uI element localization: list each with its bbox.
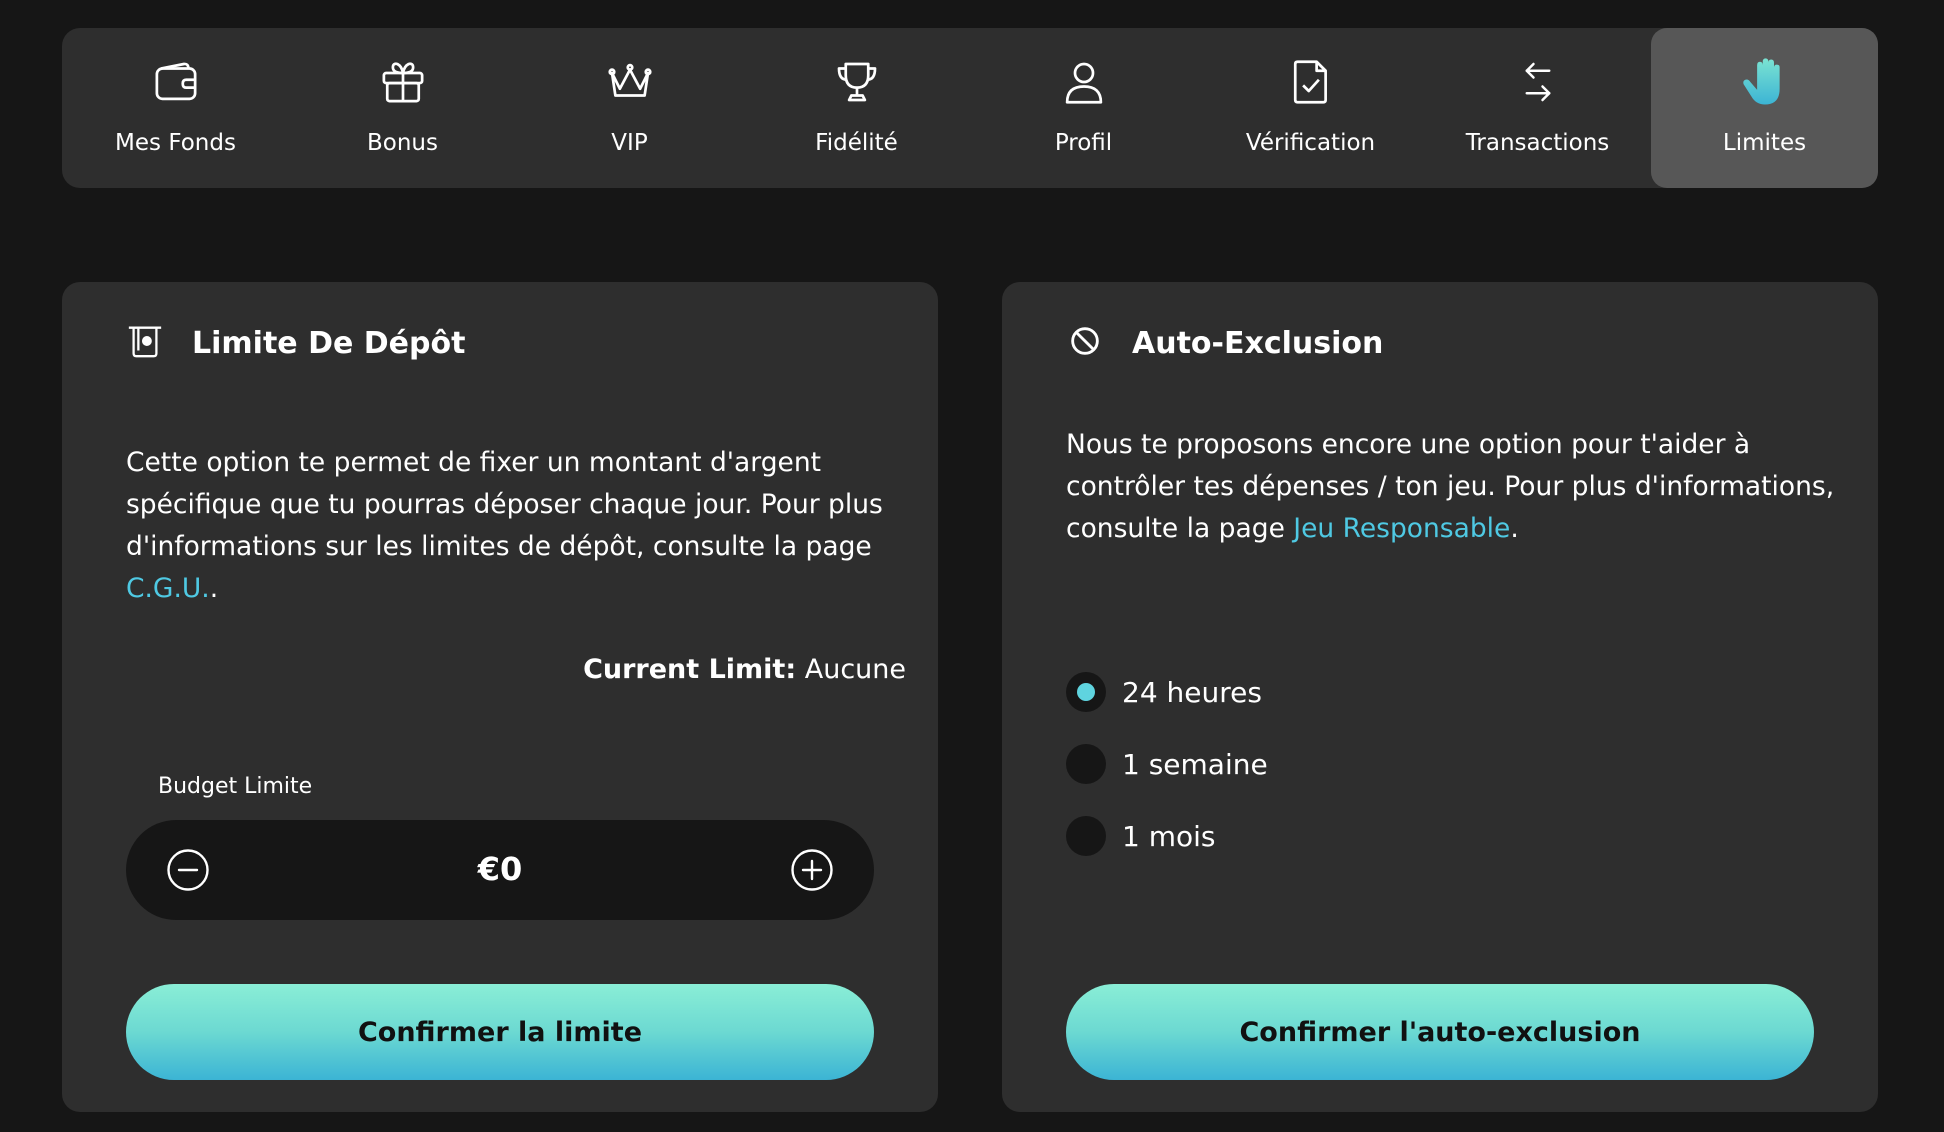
exclusion-description: Nous te proposons encore une option pour… bbox=[1066, 424, 1856, 550]
current-limit: Current Limit: Aucune bbox=[583, 654, 906, 685]
nav-label: Vérification bbox=[1245, 130, 1376, 156]
jeu-responsable-link[interactable]: Jeu Responsable bbox=[1293, 513, 1510, 544]
plus-circle-icon bbox=[791, 849, 833, 891]
nav-item-bonus[interactable]: Bonus bbox=[289, 28, 516, 188]
nav-label: VIP bbox=[611, 130, 648, 156]
nav-label: Fidélité bbox=[815, 130, 898, 156]
cgu-link[interactable]: C.G.U. bbox=[126, 573, 210, 604]
card-title: Auto-Exclusion bbox=[1132, 325, 1384, 361]
user-icon bbox=[1054, 52, 1114, 112]
budget-stepper: €0 bbox=[126, 820, 874, 920]
radio-option-24h[interactable]: 24 heures bbox=[1066, 672, 1268, 712]
nav-item-limites[interactable]: Limites bbox=[1651, 28, 1878, 188]
budget-label: Budget Limite bbox=[158, 774, 313, 799]
card-header: Limite De Dépôt bbox=[126, 322, 465, 364]
account-nav: Mes Fonds Bonus VIP Fidélité Profil Véri… bbox=[62, 28, 1878, 188]
self-exclusion-card: Auto-Exclusion Nous te proposons encore … bbox=[1002, 282, 1878, 1112]
nav-label: Transactions bbox=[1465, 130, 1610, 156]
card-title: Limite De Dépôt bbox=[192, 325, 466, 361]
card-header: Auto-Exclusion bbox=[1066, 322, 1383, 364]
nav-item-vip[interactable]: VIP bbox=[516, 28, 743, 188]
confirm-exclusion-button[interactable]: Confirmer l'auto-exclusion bbox=[1066, 984, 1814, 1080]
radio-option-1-semaine[interactable]: 1 semaine bbox=[1066, 744, 1268, 784]
nav-item-mes-fonds[interactable]: Mes Fonds bbox=[62, 28, 289, 188]
nav-item-fidelite[interactable]: Fidélité bbox=[743, 28, 970, 188]
nav-label: Profil bbox=[1054, 130, 1113, 156]
hand-icon bbox=[1735, 52, 1795, 112]
radio-button[interactable] bbox=[1066, 816, 1106, 856]
nav-item-verification[interactable]: Vérification bbox=[1197, 28, 1424, 188]
current-limit-label: Current Limit: bbox=[583, 654, 797, 685]
confirm-limit-button[interactable]: Confirmer la limite bbox=[126, 984, 874, 1080]
deposit-limit-card: Limite De Dépôt Cette option te permet d… bbox=[62, 282, 938, 1112]
description-suffix: . bbox=[209, 573, 219, 604]
radio-option-1-mois[interactable]: 1 mois bbox=[1066, 816, 1268, 856]
wallet-icon bbox=[146, 52, 206, 112]
radio-button[interactable] bbox=[1066, 672, 1106, 712]
radio-label: 1 mois bbox=[1122, 819, 1216, 853]
increase-button[interactable] bbox=[790, 848, 834, 892]
block-icon bbox=[1066, 322, 1104, 364]
gift-icon bbox=[373, 52, 433, 112]
nav-label: Bonus bbox=[367, 130, 438, 156]
radio-label: 24 heures bbox=[1122, 675, 1262, 709]
radio-label: 1 semaine bbox=[1122, 747, 1268, 781]
deposit-icon bbox=[126, 322, 164, 364]
nav-item-profil[interactable]: Profil bbox=[970, 28, 1197, 188]
document-check-icon bbox=[1281, 52, 1341, 112]
nav-label: Mes Fonds bbox=[115, 130, 236, 156]
deposit-description: Cette option te permet de fixer un monta… bbox=[126, 442, 886, 610]
current-limit-value: Aucune bbox=[804, 654, 906, 685]
exclusion-period-options: 24 heures 1 semaine 1 mois bbox=[1066, 672, 1268, 888]
radio-button[interactable] bbox=[1066, 744, 1106, 784]
nav-item-transactions[interactable]: Transactions bbox=[1424, 28, 1651, 188]
description-suffix: . bbox=[1510, 513, 1519, 544]
trophy-icon bbox=[827, 52, 887, 112]
nav-label: Limites bbox=[1722, 130, 1807, 156]
budget-value[interactable]: €0 bbox=[126, 850, 874, 888]
arrows-exchange-icon bbox=[1508, 52, 1568, 112]
description-text: Cette option te permet de fixer un monta… bbox=[126, 447, 883, 562]
crown-icon bbox=[600, 52, 660, 112]
